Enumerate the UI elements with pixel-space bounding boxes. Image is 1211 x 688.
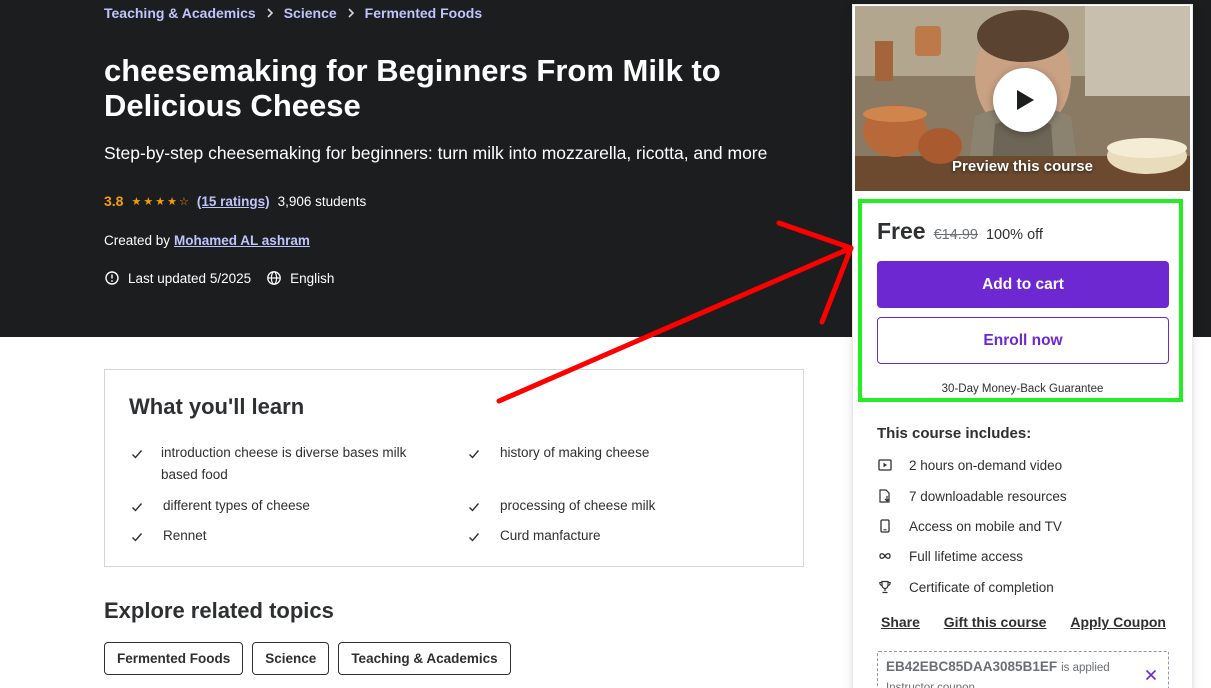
file-download-icon	[877, 488, 893, 504]
applied-coupon: EB42EBC85DAA3085B1EF is applied Instructo…	[877, 651, 1169, 688]
globe-icon	[266, 270, 282, 286]
price-row: Free €14.99 100% off	[877, 218, 1043, 245]
instructor-link[interactable]: Mohamed AL ashram	[174, 233, 310, 248]
includes-text: 2 hours on-demand video	[909, 457, 1063, 473]
trophy-icon	[877, 579, 893, 595]
purchase-sidebar: Preview this course Free €14.99 100% off…	[852, 4, 1193, 688]
apply-coupon-link[interactable]: Apply Coupon	[1070, 614, 1166, 630]
topic-fermented-foods[interactable]: Fermented Foods	[104, 642, 244, 675]
check-icon	[131, 495, 145, 520]
breadcrumb-fermented-foods[interactable]: Fermented Foods	[365, 5, 482, 21]
what-you-will-learn: What you'll learn introduction cheese is…	[104, 369, 804, 567]
includes-item: 7 downloadable resources	[877, 488, 1067, 504]
rating-row: 3.8 ★ ★ ★ ★ ☆ (15 ratings) 3,906 student…	[104, 193, 366, 209]
course-subtitle: Step-by-step cheesemaking for beginners:…	[104, 143, 768, 163]
remove-coupon-close-icon[interactable]	[1144, 668, 1160, 684]
includes-text: Full lifetime access	[909, 548, 1024, 564]
learn-item: Curd manfacture	[468, 525, 778, 550]
learn-item: Rennet	[131, 525, 421, 550]
preview-label: Preview this course	[952, 158, 1093, 175]
check-icon	[468, 525, 482, 550]
explore-title: Explore related topics	[104, 598, 334, 623]
discount-percent: 100% off	[985, 227, 1043, 243]
chevron-right-icon	[266, 8, 274, 18]
star-full-icon: ★	[143, 195, 154, 208]
check-icon	[468, 495, 482, 520]
ratings-count-link[interactable]: (15 ratings)	[197, 194, 270, 209]
course-title: cheesemaking for Beginners From Milk to …	[104, 53, 721, 123]
money-back-guarantee: 30-Day Money-Back Guarantee	[941, 383, 1104, 395]
current-price: Free	[877, 218, 926, 244]
play-icon	[1017, 90, 1034, 110]
includes-item: Certificate of completion	[877, 579, 1054, 595]
created-by: Created by Mohamed AL ashram	[104, 233, 310, 248]
topic-teaching-academics[interactable]: Teaching & Academics	[338, 642, 511, 675]
includes-title: This course includes:	[877, 425, 1032, 442]
star-full-icon: ★	[131, 195, 142, 208]
learn-item-text: processing of cheese milk	[500, 498, 656, 513]
chevron-right-icon	[347, 8, 355, 18]
breadcrumb-teaching-academics[interactable]: Teaching & Academics	[104, 5, 256, 21]
share-actions: Share Gift this course Apply Coupon	[881, 614, 1166, 630]
add-to-cart-button[interactable]: Add to cart	[877, 261, 1169, 308]
check-icon	[131, 525, 145, 550]
rating-value: 3.8	[104, 193, 124, 209]
coupon-type: Instructor coupon	[886, 682, 975, 688]
breadcrumb: Teaching & Academics Science Fermented F…	[104, 5, 482, 21]
topic-science[interactable]: Science	[252, 642, 330, 675]
coupon-applied-text: is applied	[1061, 662, 1110, 674]
learn-item: processing of cheese milk	[468, 495, 778, 520]
created-by-label: Created by	[104, 233, 171, 248]
enroll-now-button[interactable]: Enroll now	[877, 317, 1169, 364]
includes-text: Access on mobile and TV	[909, 518, 1062, 534]
students-count: 3,906 students	[277, 193, 367, 209]
mobile-icon	[877, 518, 893, 534]
includes-item: Full lifetime access	[877, 548, 1023, 564]
course-meta: Last updated 5/2025 English	[104, 270, 334, 286]
coupon-code: EB42EBC85DAA3085B1EF	[886, 659, 1058, 674]
course-preview[interactable]: Preview this course	[855, 6, 1190, 191]
includes-text: 7 downloadable resources	[909, 488, 1067, 504]
learn-item-text: Curd manfacture	[500, 528, 601, 543]
learn-item-text: Rennet	[163, 528, 207, 543]
last-updated: Last updated 5/2025	[128, 270, 252, 286]
learn-item: different types of cheese	[131, 495, 421, 520]
original-price: €14.99	[933, 227, 978, 243]
related-topics: Fermented Foods Science Teaching & Acade…	[104, 642, 511, 675]
learn-item-text: different types of cheese	[163, 498, 310, 513]
check-icon	[468, 442, 482, 467]
alert-clock-icon	[104, 270, 120, 286]
star-full-icon: ★	[155, 195, 166, 208]
check-icon	[131, 442, 143, 486]
star-empty-icon: ☆	[178, 195, 189, 208]
infinity-icon	[877, 548, 893, 564]
learn-title: What you'll learn	[129, 394, 305, 419]
learn-item: introduction cheese is diverse bases mil…	[131, 442, 421, 486]
star-rating: ★ ★ ★ ★ ☆	[131, 195, 188, 208]
includes-text: Certificate of completion	[909, 579, 1054, 595]
includes-item: Access on mobile and TV	[877, 518, 1062, 534]
includes-item: 2 hours on-demand video	[877, 457, 1062, 473]
breadcrumb-science[interactable]: Science	[284, 5, 337, 21]
star-full-icon: ★	[167, 195, 177, 208]
share-link[interactable]: Share	[881, 614, 920, 630]
course-language: English	[290, 270, 335, 286]
play-button[interactable]	[993, 68, 1057, 132]
learn-item: history of making cheese	[468, 442, 778, 467]
learn-item-text: history of making cheese	[500, 445, 650, 460]
gift-course-link[interactable]: Gift this course	[944, 614, 1047, 630]
video-icon	[877, 457, 893, 473]
learn-item-text: introduction cheese is diverse bases mil…	[161, 445, 407, 482]
